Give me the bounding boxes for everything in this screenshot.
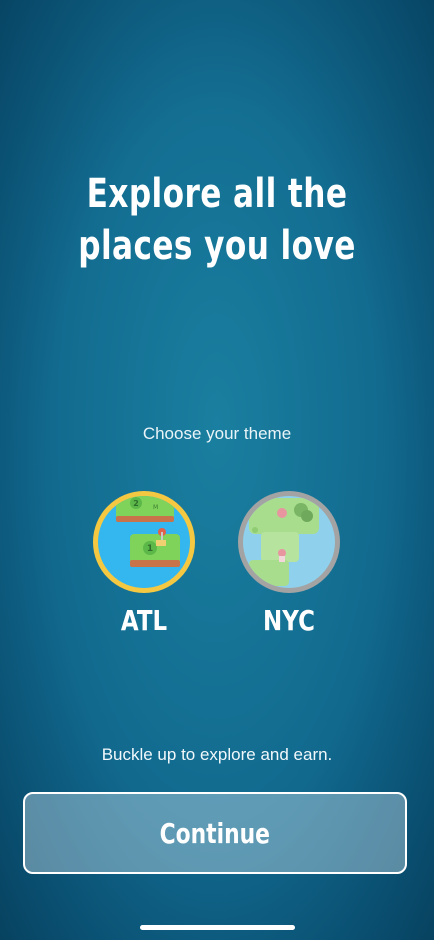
continue-button[interactable]: Continue (23, 792, 407, 874)
atl-theme-map-icon[interactable]: 2 M 1 (90, 488, 198, 596)
theme-option-atl[interactable]: 2 M 1 ATL (89, 488, 199, 637)
svg-text:2: 2 (133, 499, 139, 508)
theme-label-nyc: NYC (263, 604, 315, 637)
svg-text:M: M (153, 504, 158, 511)
continue-button-label: Continue (159, 816, 271, 850)
svg-text:1: 1 (147, 544, 153, 554)
theme-option-nyc[interactable]: NYC (234, 488, 344, 637)
nyc-theme-map-icon[interactable] (235, 488, 343, 596)
page-title: Explore all the places you love (78, 171, 356, 269)
home-indicator[interactable] (140, 925, 295, 930)
tagline: Buckle up to explore and earn. (101, 745, 333, 764)
theme-label-atl: ATL (120, 604, 168, 637)
theme-picker: 2 M 1 ATL NYC (0, 488, 434, 648)
theme-prompt: Choose your theme (142, 424, 292, 443)
